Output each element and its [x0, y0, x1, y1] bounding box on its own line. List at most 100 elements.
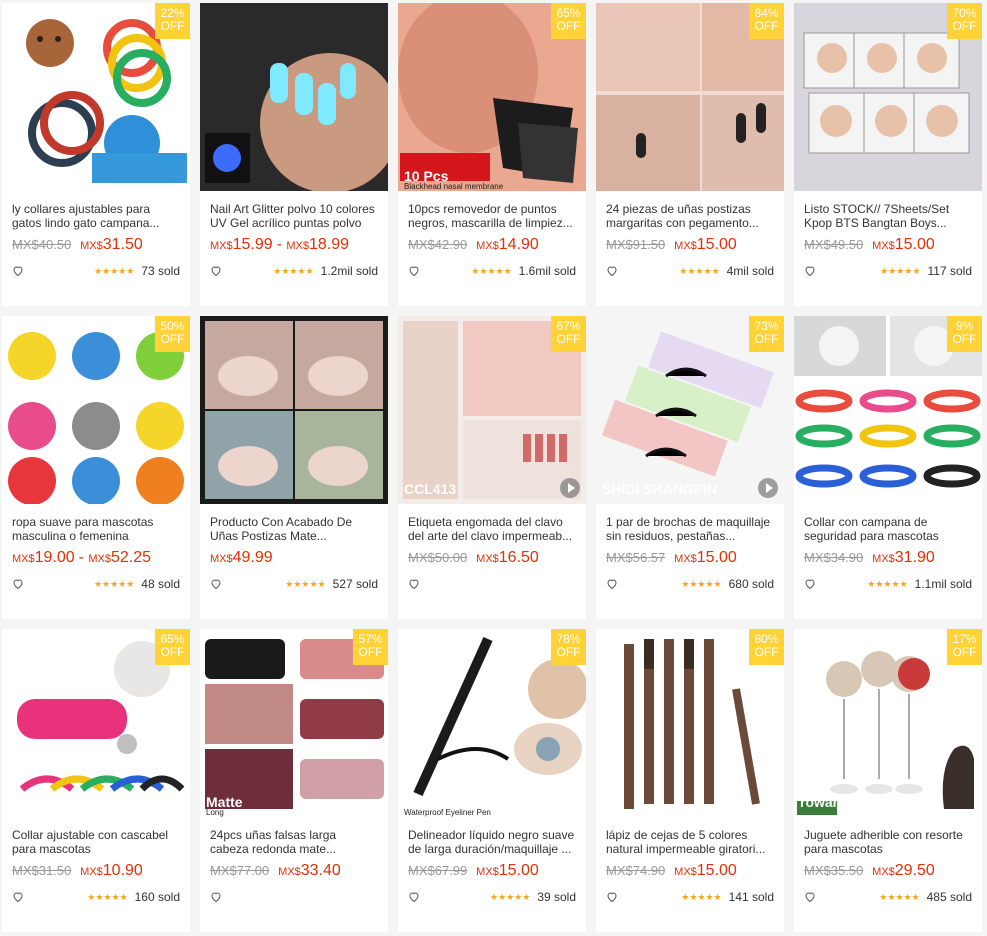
current-price: MX$15.99	[210, 236, 273, 253]
current-price: MX$10.90	[80, 862, 143, 879]
price-value-max: 18.99	[308, 236, 350, 253]
discount-badge: 22% OFF	[155, 3, 190, 39]
currency-symbol: MX$	[476, 553, 499, 565]
original-price: MX$50.00	[408, 550, 468, 565]
wishlist-heart-icon[interactable]	[210, 578, 222, 590]
discount-percent: 73%	[754, 319, 779, 333]
product-image[interactable]: CCL413 67% OFF	[398, 316, 586, 504]
price-value: 29.50	[894, 862, 935, 879]
price-row: MX$15.99 - MX$18.99	[210, 236, 378, 256]
wishlist-heart-icon[interactable]	[606, 891, 618, 903]
product-card[interactable]: Matte Long 57% OFF 24pcs uñas falsas larga…	[200, 629, 388, 932]
original-price: MX$42.90	[408, 237, 468, 252]
price-value: 15.00	[498, 862, 539, 879]
product-grid: 22% OFF ly collares ajustables para gatos…	[2, 3, 982, 932]
price-value: 10.90	[102, 862, 143, 879]
card-footer: ★★★★★ 117 sold	[804, 263, 972, 279]
product-card[interactable]: Producto Con Acabado De Uñas Postizas Ma…	[200, 316, 388, 619]
wishlist-heart-icon[interactable]	[804, 578, 816, 590]
currency-symbol: MX$	[210, 553, 233, 565]
wishlist-heart-icon[interactable]	[408, 265, 420, 277]
wishlist-heart-icon[interactable]	[408, 891, 420, 903]
original-price: MX$74.90	[606, 863, 666, 878]
current-price: MX$49.99	[210, 549, 273, 566]
discount-percent: 65%	[160, 632, 185, 646]
play-video-icon[interactable]	[758, 478, 778, 498]
product-card[interactable]: 10 Pcs Blackhead nasal membrane 65% OFF 10…	[398, 3, 586, 306]
product-card[interactable]: 9% OFF Collar con campana de seguridad pa…	[794, 316, 982, 619]
price-row: MX$49.50 MX$15.00	[804, 236, 972, 256]
product-title[interactable]: 24pcs uñas falsas larga cabeza redonda m…	[210, 828, 378, 856]
product-image[interactable]	[200, 3, 388, 191]
currency-symbol: MX$	[674, 240, 697, 252]
product-card[interactable]: 84% OFF 24 piezas de uñas postizas margar…	[596, 3, 784, 306]
product-title[interactable]: Collar con campana de seguridad para mas…	[804, 515, 972, 543]
wishlist-heart-icon[interactable]	[210, 891, 222, 903]
wishlist-heart-icon[interactable]	[408, 578, 420, 590]
wishlist-heart-icon[interactable]	[804, 265, 816, 277]
discount-off-label: OFF	[754, 19, 779, 33]
product-card[interactable]: CCL413 67% OFF Etiqueta engomada del clav…	[398, 316, 586, 619]
product-title[interactable]: ly collares ajustables para gatos lindo …	[12, 202, 180, 230]
product-image[interactable]: Matte Long 57% OFF	[200, 629, 388, 817]
product-image[interactable]: 9% OFF	[794, 316, 982, 504]
product-image[interactable]: 84% OFF	[596, 3, 784, 191]
wishlist-heart-icon[interactable]	[12, 891, 24, 903]
card-footer: ★★★★★ 160 sold	[12, 889, 180, 905]
wishlist-heart-icon[interactable]	[12, 578, 24, 590]
image-text: SHIDI SHANGPIN	[602, 481, 717, 497]
product-image[interactable]: 50% OFF	[2, 316, 190, 504]
price-value: 15.99	[232, 236, 273, 253]
product-title[interactable]: 1 par de brochas de maquillaje sin resid…	[606, 515, 774, 543]
product-card[interactable]: 70% OFF Listo STOCK// 7Sheets/Set Kpop BT…	[794, 3, 982, 306]
product-title[interactable]: Nail Art Glitter polvo 10 colores UV Gel…	[210, 202, 378, 230]
card-footer: ★★★★★ 39 sold	[408, 889, 576, 905]
product-card[interactable]: HOT SALE! 65% OFF Collar ajustable con ca…	[2, 629, 190, 932]
wishlist-heart-icon[interactable]	[606, 265, 618, 277]
play-video-icon[interactable]	[560, 478, 580, 498]
discount-off-label: OFF	[952, 19, 977, 33]
product-card[interactable]: 50% OFF ropa suave para mascotas masculin…	[2, 316, 190, 619]
sold-count: 1.6mil sold	[518, 264, 576, 278]
wishlist-heart-icon[interactable]	[210, 265, 222, 277]
product-title[interactable]: Producto Con Acabado De Uñas Postizas Ma…	[210, 515, 378, 543]
discount-percent: 70%	[952, 6, 977, 20]
sold-count: 160 sold	[134, 890, 180, 904]
product-image[interactable]	[200, 316, 388, 504]
product-image[interactable]: 80% OFF	[596, 629, 784, 817]
product-image[interactable]: rowan 17% OFF	[794, 629, 982, 817]
product-image[interactable]: daphne Waterproof Eyeliner Pen 78% OFF	[398, 629, 586, 817]
price-row: MX$19.00 - MX$52.25	[12, 549, 180, 569]
product-image[interactable]: SHIDI SHANGPIN 73% OFF	[596, 316, 784, 504]
product-card[interactable]: 80% OFF lápiz de cejas de 5 colores natur…	[596, 629, 784, 932]
product-title[interactable]: ropa suave para mascotas masculina o fem…	[12, 515, 180, 543]
card-footer: ★★★★★ 527 sold	[210, 576, 378, 592]
currency-symbol: MX$	[80, 240, 103, 252]
product-image[interactable]: HOT SALE! 65% OFF	[2, 629, 190, 817]
product-title[interactable]: Listo STOCK// 7Sheets/Set Kpop BTS Bangt…	[804, 202, 972, 230]
card-footer: ★★★★★ 1.2mil sold	[210, 263, 378, 279]
product-card[interactable]: Nail Art Glitter polvo 10 colores UV Gel…	[200, 3, 388, 306]
discount-badge: 50% OFF	[155, 316, 190, 352]
product-title[interactable]: Delineador líquido negro suave de larga …	[408, 828, 576, 856]
product-card[interactable]: rowan 17% OFF Juguete adherible con resor…	[794, 629, 982, 932]
product-image[interactable]: 22% OFF	[2, 3, 190, 191]
currency-symbol: MX$	[88, 553, 111, 565]
product-title[interactable]: 10pcs removedor de puntos negros, mascar…	[408, 202, 576, 230]
current-price: MX$33.40	[278, 862, 341, 879]
price-row: MX$67.99 MX$15.00	[408, 862, 576, 882]
product-title[interactable]: Etiqueta engomada del clavo del arte del…	[408, 515, 576, 543]
product-title[interactable]: Juguete adherible con resorte para masco…	[804, 828, 972, 856]
product-card[interactable]: daphne Waterproof Eyeliner Pen 78% OFF Del…	[398, 629, 586, 932]
wishlist-heart-icon[interactable]	[804, 891, 816, 903]
wishlist-heart-icon[interactable]	[606, 578, 618, 590]
product-title[interactable]: Collar ajustable con cascabel para masco…	[12, 828, 180, 856]
product-card[interactable]: SHIDI SHANGPIN 73% OFF 1 par de brochas d…	[596, 316, 784, 619]
product-title[interactable]: lápiz de cejas de 5 colores natural impe…	[606, 828, 774, 856]
wishlist-heart-icon[interactable]	[12, 265, 24, 277]
product-image[interactable]: 10 Pcs Blackhead nasal membrane 65% OFF	[398, 3, 586, 191]
current-price: MX$31.90	[872, 549, 935, 566]
product-title[interactable]: 24 piezas de uñas postizas margaritas co…	[606, 202, 774, 230]
product-card[interactable]: 22% OFF ly collares ajustables para gatos…	[2, 3, 190, 306]
product-image[interactable]: 70% OFF	[794, 3, 982, 191]
